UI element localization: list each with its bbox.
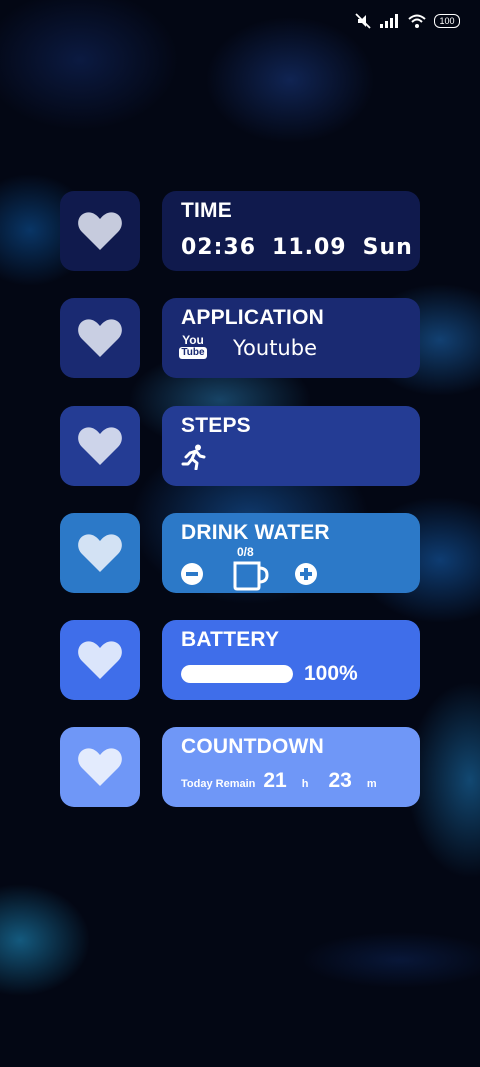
card-title: APPLICATION (181, 306, 324, 329)
countdown-widget-row: COUNTDOWN Today Remain 21 h 23 m (60, 727, 420, 807)
running-person-icon (181, 444, 420, 474)
card-title: COUNTDOWN (181, 735, 324, 758)
water-tracker: 0/8 (181, 545, 420, 591)
heart-tile[interactable] (60, 620, 140, 700)
date-text: 11.09 (272, 235, 347, 260)
countdown-card[interactable]: COUNTDOWN Today Remain 21 h 23 m (162, 727, 420, 807)
countdown-minutes-unit: m (366, 778, 377, 790)
mute-icon (354, 12, 372, 30)
card-title: DRINK WATER (181, 521, 330, 544)
application-widget-row: APPLICATION You Tube Youtube (60, 298, 420, 378)
heart-icon (77, 533, 123, 573)
time-widget-row: TIME 02:36 11.09 Sun (60, 191, 420, 271)
card-title: STEPS (181, 414, 251, 437)
battery-indicator: 100 (434, 14, 460, 28)
battery-card[interactable]: BATTERY 100% (162, 620, 420, 700)
heart-tile[interactable] (60, 727, 140, 807)
water-count: 0/8 (237, 545, 254, 559)
steps-widget-row: STEPS (60, 406, 420, 486)
countdown-hours-unit: h (301, 778, 309, 790)
heart-icon (77, 426, 123, 466)
plus-icon[interactable] (295, 563, 317, 589)
wifi-icon (408, 14, 426, 28)
heart-icon (77, 640, 123, 680)
card-title: BATTERY (181, 628, 280, 651)
battery-progress-fill (181, 665, 293, 683)
cup-icon (233, 559, 269, 595)
heart-tile[interactable] (60, 191, 140, 271)
countdown-minutes: 23 (328, 769, 352, 792)
app-shortcut[interactable]: You Tube Youtube (179, 333, 420, 362)
heart-icon (77, 747, 123, 787)
drink-water-card: DRINK WATER 0/8 (162, 513, 420, 593)
time-display: 02:36 11.09 Sun (181, 235, 420, 260)
status-bar: 100 (354, 12, 460, 30)
drink-water-widget-row: DRINK WATER 0/8 (60, 513, 420, 593)
youtube-logo-icon: You Tube (179, 333, 207, 359)
app-name: Youtube (233, 336, 317, 360)
heart-tile[interactable] (60, 406, 140, 486)
steps-card[interactable]: STEPS (162, 406, 420, 486)
battery-progress-bar (181, 665, 293, 683)
countdown-hours: 21 (263, 769, 287, 792)
battery-widget-row: BATTERY 100% (60, 620, 420, 700)
signal-icon (380, 14, 400, 28)
countdown-label: Today Remain (181, 778, 256, 790)
battery-percent: 100% (304, 662, 358, 685)
countdown-display: Today Remain 21 h 23 m (181, 769, 420, 793)
heart-tile[interactable] (60, 298, 140, 378)
battery-status: 100% (181, 662, 420, 686)
heart-icon (77, 211, 123, 251)
weekday-text: Sun (362, 235, 413, 260)
heart-icon (77, 318, 123, 358)
clock-text: 02:36 (181, 235, 257, 260)
application-card[interactable]: APPLICATION You Tube Youtube (162, 298, 420, 378)
heart-tile[interactable] (60, 513, 140, 593)
card-title: TIME (181, 199, 232, 222)
time-card[interactable]: TIME 02:36 11.09 Sun (162, 191, 420, 271)
minus-icon[interactable] (181, 563, 203, 589)
